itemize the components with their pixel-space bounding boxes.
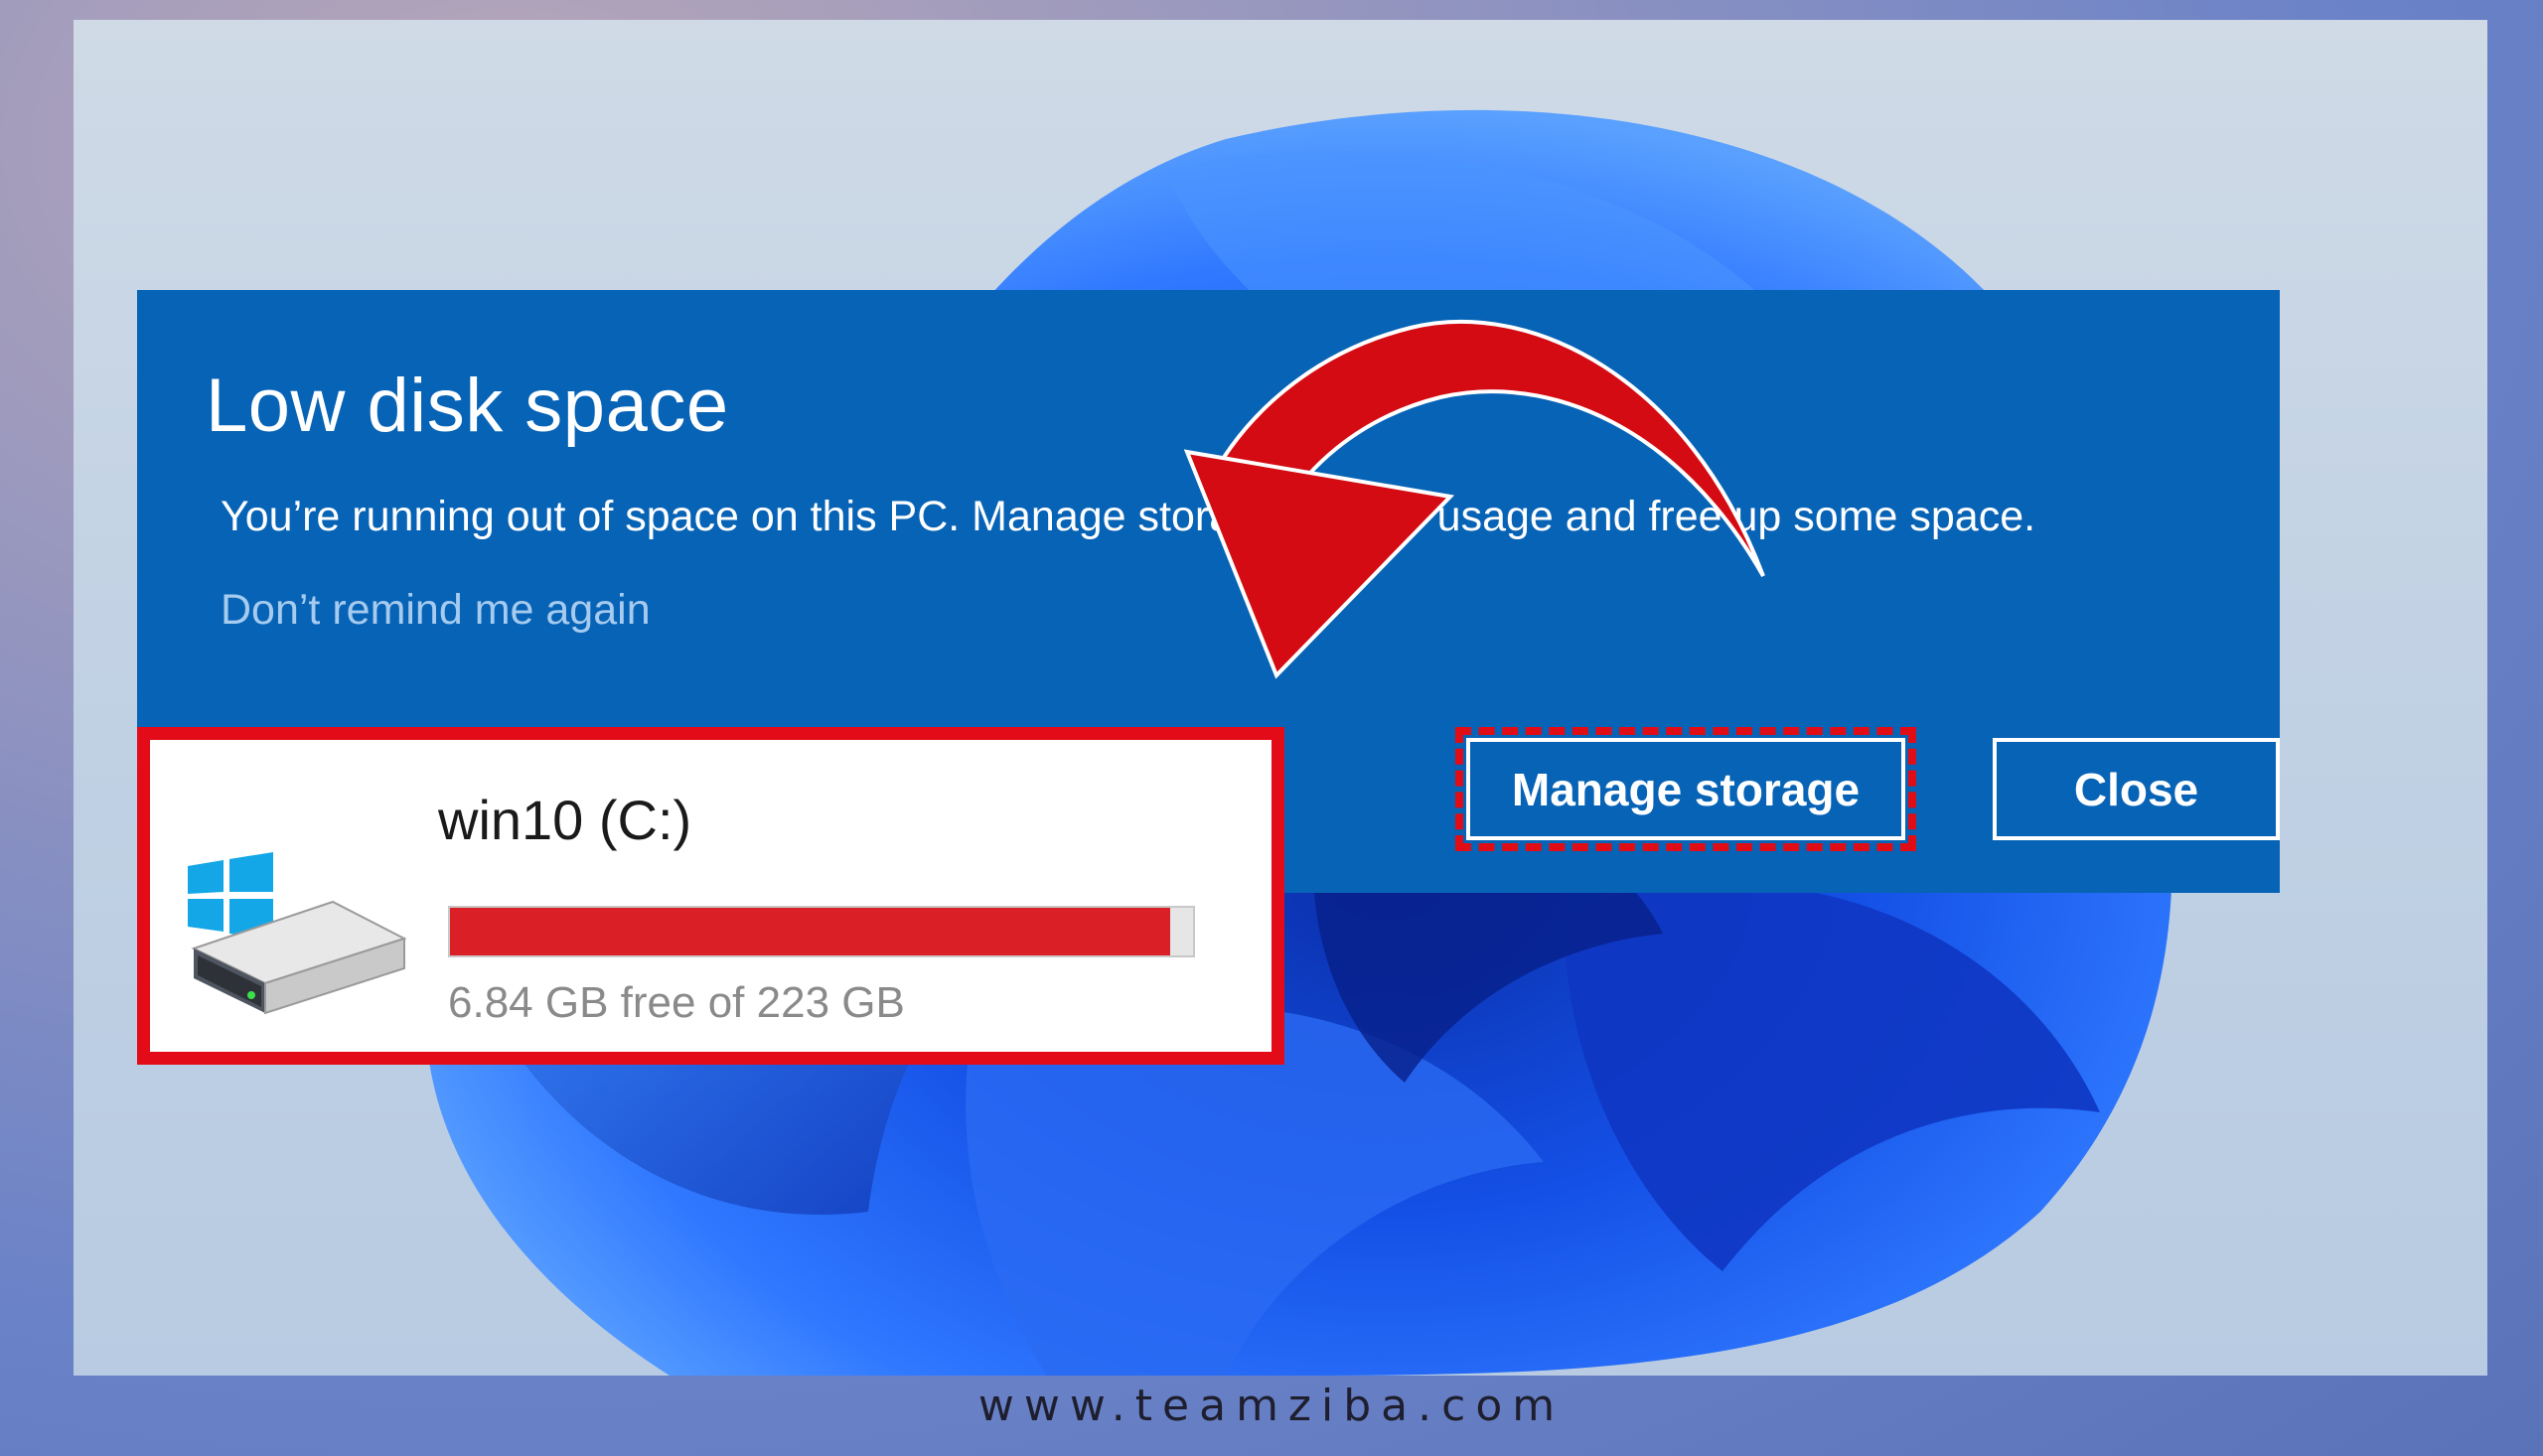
dialog-title: Low disk space	[206, 364, 729, 448]
drive-free-space: 6.84 GB free of 223 GB	[448, 978, 905, 1027]
manage-storage-button[interactable]: Manage storage	[1455, 727, 1916, 851]
footer-website: www.teamziba.com	[977, 1381, 1566, 1431]
hard-drive-icon	[188, 852, 407, 1015]
dont-remind-link[interactable]: Don’t remind me again	[221, 586, 651, 635]
drive-usage-panel: win10 (C:) 6.84 GB free of 223 GB	[137, 727, 1284, 1065]
close-button[interactable]: Close	[1993, 738, 2280, 840]
dialog-message: You’re running out of space on this PC. …	[221, 493, 2036, 540]
drive-usage-bar	[448, 906, 1195, 957]
drive-usage-fill	[450, 908, 1170, 955]
drive-name: win10 (C:)	[438, 789, 692, 851]
